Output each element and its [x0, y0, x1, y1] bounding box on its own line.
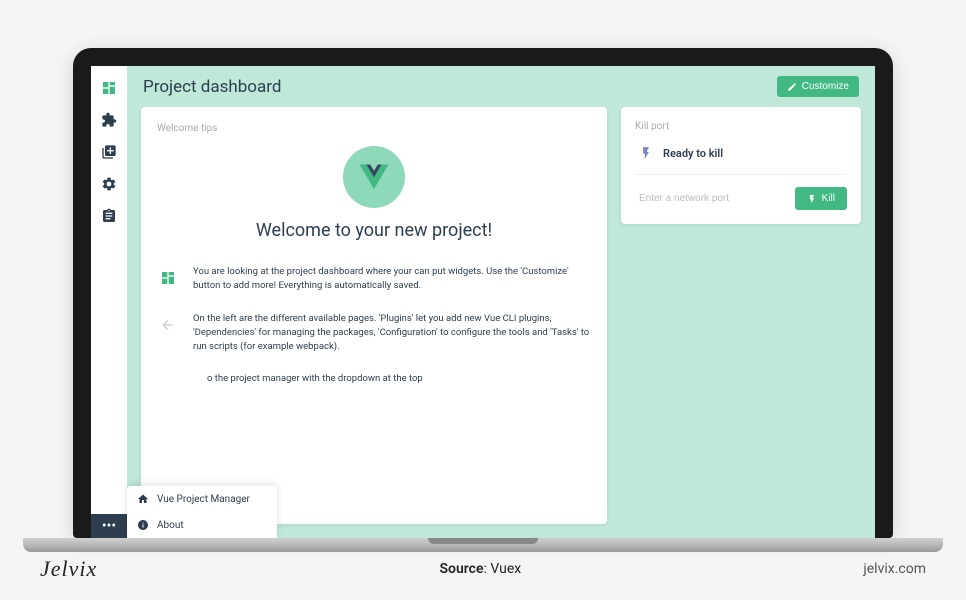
jelvix-url: jelvix.com — [863, 561, 926, 577]
dashboard-icon[interactable] — [99, 78, 119, 98]
welcome-card: Welcome tips Welcome to your new project… — [141, 107, 607, 524]
tip-text: o the project manager with the dropdown … — [207, 372, 423, 386]
folder-icon[interactable] — [99, 142, 119, 162]
vue-icon — [355, 158, 393, 196]
bolt-icon — [807, 194, 817, 204]
tip-row: You are looking at the project dashboard… — [157, 265, 591, 294]
page-title: Project dashboard — [143, 77, 281, 97]
tip-row: o the project manager with the dropdown … — [207, 372, 591, 386]
gear-icon[interactable] — [99, 174, 119, 194]
kill-card-title: Kill port — [635, 121, 847, 132]
header: Project dashboard Customize — [127, 66, 875, 107]
pencil-icon — [787, 82, 797, 92]
more-menu-button[interactable]: ••• — [91, 514, 127, 538]
laptop-frame: ••• Project dashboard Customize Welcome … — [73, 48, 893, 538]
popup-item-about[interactable]: About — [127, 512, 277, 538]
popup-item-project-manager[interactable]: Vue Project Manager — [127, 486, 277, 512]
more-icon: ••• — [102, 518, 116, 534]
welcome-heading: Welcome to your new project! — [157, 220, 591, 241]
port-input[interactable] — [635, 187, 789, 210]
main-area: Project dashboard Customize Welcome tips — [127, 66, 875, 538]
kill-button[interactable]: Kill — [795, 187, 847, 210]
source-caption: Source: Vuex — [439, 561, 521, 577]
kill-port-card: Kill port Ready to kill Kill — [621, 107, 861, 224]
vue-logo-wrap — [157, 146, 591, 208]
sidebar: ••• — [91, 66, 127, 538]
puzzle-icon[interactable] — [99, 110, 119, 130]
popup-menu: Vue Project Manager About — [127, 486, 277, 538]
tip-text: On the left are the different available … — [193, 312, 591, 355]
clipboard-icon[interactable] — [99, 206, 119, 226]
jelvix-logo: Jelvix — [40, 556, 97, 582]
laptop-base — [23, 538, 943, 552]
kill-status: Ready to kill — [635, 140, 847, 174]
content-area: Welcome tips Welcome to your new project… — [127, 107, 875, 538]
info-icon — [137, 519, 149, 531]
home-icon — [137, 493, 149, 505]
caption-row: Jelvix Source: Vuex jelvix.com — [0, 556, 966, 582]
welcome-card-title: Welcome tips — [157, 123, 591, 134]
bolt-icon — [639, 146, 653, 160]
tip-row: On the left are the different available … — [157, 312, 591, 355]
dashboard-tip-icon — [157, 267, 179, 289]
arrow-left-icon — [157, 314, 179, 336]
tip-text: You are looking at the project dashboard… — [193, 265, 591, 294]
vue-logo — [343, 146, 405, 208]
customize-button[interactable]: Customize — [777, 76, 859, 97]
kill-input-row: Kill — [635, 174, 847, 210]
app-screen: ••• Project dashboard Customize Welcome … — [91, 66, 875, 538]
